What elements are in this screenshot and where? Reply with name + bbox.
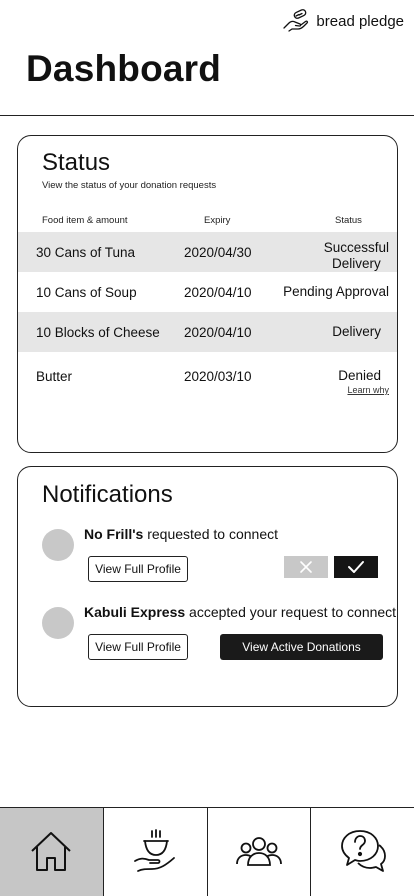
- notification-text: requested to connect: [143, 526, 278, 542]
- table-row[interactable]: 10 Cans of Soup 2020/04/10 Pending Appro…: [18, 272, 397, 312]
- status-cell: Delivery: [332, 324, 381, 339]
- hand-bread-icon: [283, 9, 309, 32]
- food-item-cell: Butter: [36, 368, 73, 384]
- help-chat-icon: [340, 830, 386, 872]
- tab-home[interactable]: [0, 808, 104, 896]
- food-item-cell: 10 Blocks of Cheese: [36, 324, 160, 340]
- notification-message: Kabuli Express accepted your request to …: [84, 604, 396, 620]
- table-row[interactable]: 30 Cans of Tuna 2020/04/30 Successful De…: [18, 232, 397, 272]
- column-header-expiry: Expiry: [204, 215, 231, 226]
- bottom-tab-bar: [0, 807, 414, 896]
- community-icon: [235, 837, 282, 866]
- column-header-status: Status: [335, 215, 362, 226]
- food-item-cell: 10 Cans of Soup: [36, 284, 137, 300]
- notification-message: No Frill's requested to connect: [84, 526, 278, 542]
- learn-why-link[interactable]: Learn why: [347, 384, 389, 396]
- title-divider: [0, 115, 414, 116]
- notifications-title: Notifications: [42, 481, 173, 508]
- tab-help[interactable]: [311, 808, 414, 896]
- brand-logo[interactable]: bread pledge: [282, 8, 404, 34]
- status-text-line1: Successful: [323, 240, 389, 255]
- page-title: Dashboard: [26, 48, 222, 89]
- status-text-line2: Delivery: [331, 256, 381, 271]
- view-full-profile-button[interactable]: View Full Profile: [88, 556, 188, 582]
- table-row[interactable]: Butter 2020/03/10 Denied Learn why: [18, 356, 397, 396]
- notifications-card: Notifications No Frill's requested to co…: [17, 466, 398, 707]
- organization-name[interactable]: No Frill's: [84, 526, 143, 542]
- expiry-cell: 2020/04/10: [184, 324, 252, 340]
- column-header-food: Food item & amount: [42, 215, 128, 226]
- food-item-cell: 30 Cans of Tuna: [36, 244, 136, 260]
- notification-text: accepted your request to connect: [185, 604, 397, 620]
- avatar[interactable]: [42, 607, 74, 639]
- home-icon: [31, 832, 72, 871]
- accept-button[interactable]: [334, 556, 378, 578]
- expiry-cell: 2020/04/30: [184, 244, 252, 260]
- status-cell: Denied Learn why: [338, 356, 389, 396]
- donate-food-icon: [134, 829, 176, 872]
- view-active-donations-button[interactable]: View Active Donations: [220, 634, 383, 660]
- status-title: Status: [42, 149, 111, 176]
- view-full-profile-button[interactable]: View Full Profile: [88, 634, 188, 660]
- status-cell: Pending Approval: [283, 284, 389, 299]
- status-card: Status View the status of your donation …: [17, 135, 398, 453]
- tab-donate[interactable]: [103, 808, 208, 896]
- organization-name[interactable]: Kabuli Express: [84, 604, 185, 620]
- checkmark-icon: [348, 561, 364, 573]
- close-icon: [300, 561, 312, 573]
- table-row[interactable]: 10 Blocks of Cheese 2020/04/10 Delivery: [18, 312, 397, 352]
- status-subtitle: View the status of your donation request…: [42, 180, 217, 191]
- brand-name: bread pledge: [316, 12, 404, 30]
- status-cell: Successful Delivery: [324, 232, 389, 272]
- avatar[interactable]: [42, 529, 74, 561]
- expiry-cell: 2020/04/10: [184, 284, 252, 300]
- reject-button[interactable]: [284, 556, 328, 578]
- tab-community[interactable]: [207, 808, 312, 896]
- status-text: Denied: [338, 368, 381, 383]
- expiry-cell: 2020/03/10: [184, 368, 252, 384]
